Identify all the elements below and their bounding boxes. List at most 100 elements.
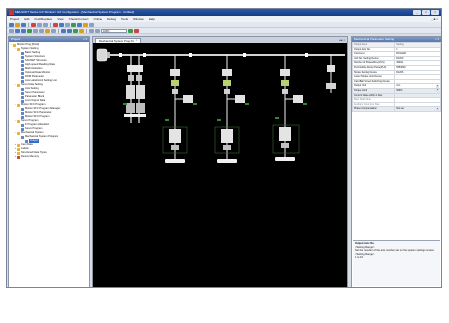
open-project-icon[interactable] [15, 22, 20, 27]
folder-icon [17, 131, 20, 135]
menu-view[interactable]: View [57, 17, 63, 21]
parameter-value: 4000A [396, 61, 404, 65]
write-to-plc-icon[interactable] [77, 22, 82, 27]
output-branch-4[interactable] [272, 55, 303, 161]
device-memory-icon [17, 155, 20, 159]
cut-icon[interactable] [31, 22, 36, 27]
toolbar-separator [28, 22, 29, 27]
roller-icon[interactable] [61, 28, 66, 33]
virtual-servo-motor[interactable] [96, 48, 110, 62]
dropdown-arrow-icon[interactable]: ▾ [436, 107, 439, 111]
parameter-name: Phase Compensation [351, 106, 396, 112]
virtual-servo-icon[interactable] [21, 28, 26, 33]
document-icon [21, 91, 24, 95]
menu-help[interactable]: Help [149, 17, 155, 21]
save-icon[interactable] [21, 22, 26, 27]
document-icon [21, 111, 24, 115]
maximize-button[interactable]: □ [422, 10, 430, 15]
parameter-value: 6553600 [396, 65, 406, 69]
zoom-in-icon[interactable] [95, 28, 100, 33]
drive-module-icon[interactable] [15, 28, 20, 33]
read-from-plc-icon[interactable] [83, 22, 88, 27]
dropdown-arrow-icon[interactable]: ▾ [436, 84, 439, 88]
menu-window[interactable]: Window [133, 17, 144, 21]
app-logo-icon [9, 10, 14, 15]
folder-icon [17, 143, 20, 147]
window-title: MELSOFT Series GX Works2 / GX Configurat… [15, 10, 135, 14]
menu-project[interactable]: Project [10, 17, 19, 21]
mechanical-diagram [96, 48, 345, 163]
parameter-value: 300% [396, 88, 403, 92]
menu-online[interactable]: Online [94, 17, 103, 21]
parameter-value: D1200 [396, 56, 404, 60]
output-branch-1[interactable] [124, 55, 146, 123]
zoom-select[interactable]: 100% [101, 28, 127, 33]
new-project-icon[interactable] [9, 22, 14, 27]
output-branch-3[interactable] [214, 55, 245, 163]
copy-icon[interactable] [37, 22, 42, 27]
folder-icon [17, 151, 20, 155]
dropdown-arrow-icon[interactable]: ▾ [436, 89, 439, 93]
parameter-value: Not set [396, 107, 404, 111]
project-panel-header: Project × ▾ [9, 37, 89, 42]
parameter-panel-title: Mechanical Parameter Setting [354, 37, 395, 41]
document-icon [21, 95, 24, 99]
output-branch-5[interactable] [326, 55, 336, 93]
output-branch-2[interactable] [162, 55, 193, 163]
tree-node[interactable]: + Device Memory [10, 155, 89, 159]
close-button[interactable]: × [431, 10, 439, 15]
mechanical-edit-toolbar: 100% [7, 28, 441, 34]
parameter-panel-close-button[interactable]: × ▾ [435, 37, 439, 42]
speed-change-gear-icon[interactable] [45, 28, 50, 33]
project-panel: Project × ▾ − Motion Prog [Work] − System S… [8, 36, 90, 287]
zoom-out-icon[interactable] [89, 28, 94, 33]
project-panel-title: Project [11, 37, 21, 41]
clutch-icon[interactable] [39, 28, 44, 33]
differential-gear-icon[interactable] [51, 28, 56, 33]
ball-screw-icon[interactable] [67, 28, 72, 33]
project-panel-close-button[interactable]: × ▾ [83, 37, 87, 42]
cam-icon[interactable] [79, 28, 84, 33]
paste-icon[interactable] [43, 22, 48, 27]
document-icon [21, 75, 24, 79]
menu-check-convert[interactable]: Check/Convert [69, 17, 89, 21]
document-icon [21, 63, 24, 67]
minimize-button[interactable]: _ [413, 10, 421, 15]
gear-icon[interactable] [33, 28, 38, 33]
document-icon [21, 59, 24, 63]
parameter-grid: Output Axes Setting Output Axis No. 1 Commen… [351, 42, 441, 112]
parameter-value-cell[interactable]: Not set ▾ [394, 106, 441, 112]
check-icon[interactable] [71, 22, 76, 27]
document-icon [21, 71, 24, 75]
parameter-name: Cam/Ball Screw Switching Device [351, 78, 396, 85]
find-icon[interactable] [65, 22, 70, 27]
redo-icon[interactable] [59, 22, 64, 27]
folder-icon [17, 119, 20, 123]
description-line: 1 to 16 [355, 256, 363, 260]
undo-icon[interactable] [53, 22, 58, 27]
parameter-value: mm [396, 84, 401, 88]
document-icon [21, 87, 24, 91]
parameter-row[interactable]: Phase Compensation Not set ▾ [351, 106, 441, 112]
tab-scroll-controls[interactable]: ◂ ▸ × [339, 38, 345, 42]
editor-area: Mechanical System Prog.01 × ◂ ▸ × [92, 36, 348, 287]
document-icon [21, 55, 24, 59]
project-tree: − Motion Prog [Work] − System Setting Basic … [9, 42, 89, 159]
menu-find-replace[interactable]: Find/Replace [35, 17, 53, 21]
virtual-main-shaft-icon[interactable] [27, 28, 32, 33]
mechanical-system-canvas[interactable] [93, 43, 347, 287]
parameter-panel-header: Mechanical Parameter Setting × ▾ [352, 37, 441, 42]
menu-edit[interactable]: Edit [24, 17, 29, 21]
monitor-start-icon[interactable] [128, 28, 133, 33]
document-icon [21, 51, 24, 55]
monitor-icon[interactable] [89, 22, 94, 27]
description-line: Set the number of the axis number set on… [355, 249, 435, 256]
menu-debug[interactable]: Debug [107, 17, 116, 21]
monitor-stop-icon[interactable] [134, 28, 139, 33]
document-icon [21, 107, 24, 111]
rotary-table-icon[interactable] [73, 28, 78, 33]
menu-tools[interactable]: Tools [121, 17, 128, 21]
select-tool-icon[interactable] [9, 28, 14, 33]
folder-icon [17, 83, 20, 87]
window-controls: _ □ × [413, 10, 439, 15]
